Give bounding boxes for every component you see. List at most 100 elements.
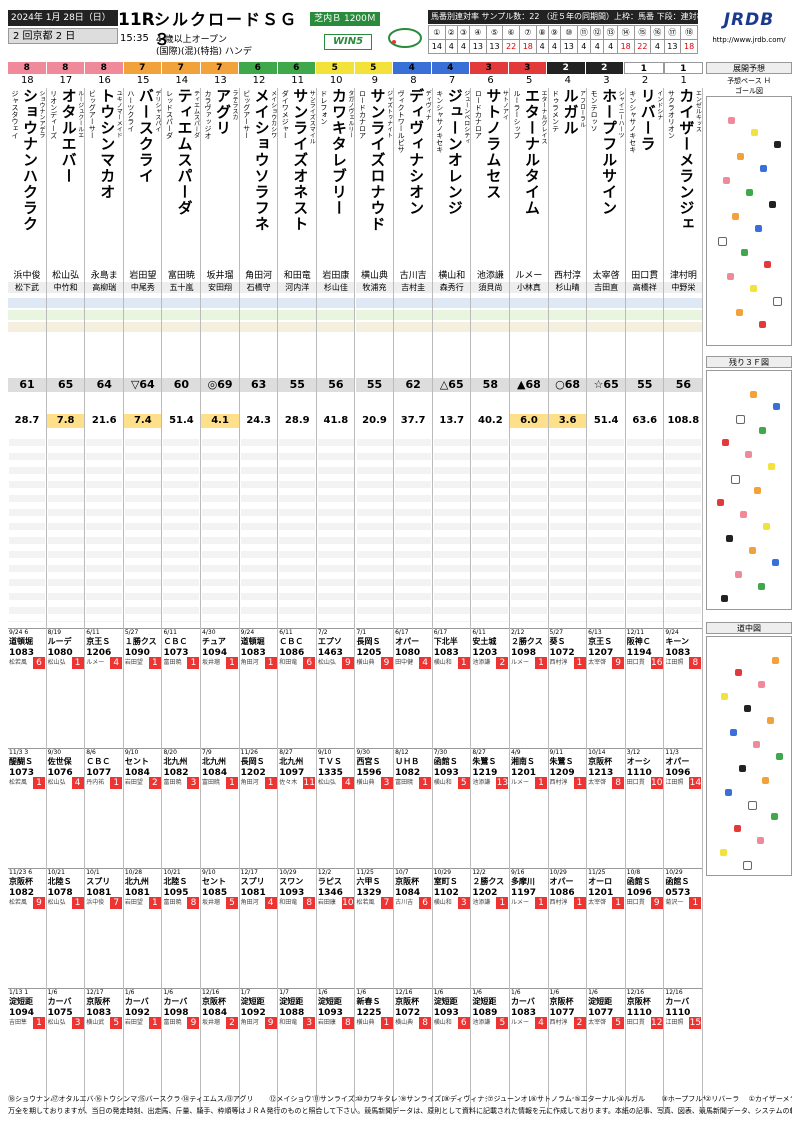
past-race[interactable]: 7/30 函館Ｓ 1093 横山和 5 — [432, 748, 471, 866]
past-race[interactable]: 10/29 函館Ｓ 0573 菊沢一 1 — [664, 868, 702, 986]
horse-column[interactable]: ビッグアーサー トウシンマカオ ユキノマーメイド 永島ま 高柳瑞 64 21.6 6/11 京王… — [85, 88, 124, 1114]
past-race[interactable]: 12/17 スプリ 1081 角田河 4 — [239, 868, 278, 986]
jockey-name[interactable]: 永島ま — [85, 268, 123, 281]
horse-name[interactable]: オタルエバー — [59, 88, 79, 263]
jockey-name[interactable]: 坂井瑠 — [201, 268, 239, 281]
past-race[interactable]: 9/10 ＴＶＳ 1335 松山弘 4 — [316, 748, 355, 866]
horse-name[interactable]: ショウナンハクラク — [20, 88, 40, 263]
past-race[interactable]: 10/21 北陸Ｓ 1078 松山弘 1 — [46, 868, 85, 986]
past-race[interactable]: 8/27 北九州 1097 佐々木 11 — [278, 748, 316, 866]
jockey-name[interactable]: 横山和 — [433, 268, 471, 281]
jockey-name[interactable]: 角田河 — [240, 268, 278, 281]
horse-column[interactable]: ロードカナロア サンライズロナウド ジャズトゥナイト 横山典 牧浦充 55 20.9 7/1 長… — [355, 88, 395, 1114]
past-race[interactable]: 8/6 ＣＢＣ 1077 丹内祐 1 — [85, 748, 123, 866]
horse-column[interactable]: ヴィクトワールピサ ディヴィナシオン ディヴィナ 古川吉 吉村圭 62 37.7 6/17 オパ… — [394, 88, 433, 1114]
jockey-name[interactable]: 田口貫 — [626, 268, 664, 281]
jockey-name[interactable]: 池添謙 — [471, 268, 509, 281]
past-race[interactable]: 10/1 スプリ 1081 浜中俊 7 — [85, 868, 123, 986]
horse-name[interactable]: メイショウソラフネ — [252, 88, 272, 263]
horse-column[interactable]: ドレフォン カワキタレブリー タガノヴェルリー 岩田康 杉山佳 56 41.8 7/2 エプソ 1… — [316, 88, 356, 1114]
past-race[interactable]: 1/6 淀短距 1077 太宰啓 5 — [587, 988, 625, 1106]
past-race[interactable]: 9/16 多摩川 1197 ルメー 1 — [509, 868, 548, 986]
jockey-name[interactable]: 松山弘 — [47, 268, 85, 281]
horse-name[interactable]: ディヴィナシオン — [406, 88, 426, 263]
horse-column[interactable]: ロードカナロア サトノラムセス サトノアイ 池添謙 須貝尚 58 40.2 6/11 安土城 12… — [471, 88, 510, 1114]
horse-name[interactable]: リバーラ — [638, 88, 658, 263]
past-race[interactable]: 1/6 カーバ 1075 松山弘 3 — [46, 988, 85, 1106]
past-race[interactable]: 3/12 オーシ 1110 田口貫 10 — [625, 748, 664, 866]
past-race[interactable]: 7/9 北九州 1084 富田暁 1 — [201, 748, 239, 866]
past-race[interactable]: 9/10 セント 1084 岩田望 2 — [123, 748, 162, 866]
past-race[interactable]: 9/11 朱鷺Ｓ 1209 西村淳 1 — [548, 748, 587, 866]
past-race[interactable]: 9/24 キーン 1083 江田照 8 — [664, 628, 702, 746]
past-race[interactable]: 9/24 6 道頓堀 1083 松若風 6 — [8, 628, 46, 746]
past-race[interactable]: 9/30 佐世保 1076 松山弘 4 — [46, 748, 85, 866]
past-race[interactable]: 12/2 ラピス 1346 岩田康 10 — [316, 868, 355, 986]
past-race[interactable]: 11/25 オーロ 1201 太宰啓 1 — [587, 868, 625, 986]
horse-name[interactable]: ルガル — [561, 88, 581, 263]
past-race[interactable]: 1/6 淀短距 1093 横山和 6 — [432, 988, 471, 1106]
past-race[interactable]: 6/11 ＣＢＣ 1086 和田竜 6 — [278, 628, 316, 746]
horse-name[interactable]: サンライズオネスト — [290, 88, 310, 263]
horse-column[interactable]: リオンディーズ オタルエバー ルージュクールエ 松山弘 中竹和 65 7.8 8/19 ルーデ 1… — [46, 88, 86, 1114]
horse-column[interactable]: ドゥラメンテ ルガルア フローラル 西村淳 杉山晴 ○68 3.6 5/27 葵Ｓ 1072 西村… — [548, 88, 588, 1114]
horse-name[interactable]: ホープフルサイン — [599, 88, 619, 263]
jockey-name[interactable]: 和田竜 — [278, 268, 316, 281]
past-race[interactable]: 1/6 カーバ 1092 岩田望 1 — [123, 988, 162, 1106]
horse-name[interactable]: サンライズロナウド — [368, 88, 388, 263]
past-race[interactable]: 12/2 ２勝クス 1202 池添謙 1 — [471, 868, 509, 986]
horse-column[interactable]: ダイワメジャー サンライズオネスト サンライズスマイル 和田竜 河内洋 55 28.9 6/1… — [278, 88, 317, 1114]
jockey-name[interactable]: ルメー — [510, 268, 548, 281]
jockey-name[interactable]: 古川吉 — [394, 268, 432, 281]
past-race[interactable]: 12/16 京阪杯 1110 田口貫 12 — [625, 988, 664, 1106]
past-race[interactable]: 11/23 6 京阪杯 1082 松若風 9 — [8, 868, 46, 986]
past-race[interactable]: 9/10 セント 1085 坂井瑠 5 — [201, 868, 239, 986]
site-url[interactable]: http://www.jrdb.com/ — [706, 36, 792, 44]
past-race[interactable]: 10/29 オパー 1086 西村淳 1 — [548, 868, 587, 986]
horse-name[interactable]: バースクライ — [136, 88, 156, 263]
past-race[interactable]: 11/3 3 醍醐Ｓ 1073 松若風 1 — [8, 748, 46, 866]
past-race[interactable]: 12/16 京阪杯 1072 横山典 8 — [394, 988, 432, 1106]
past-race[interactable]: 1/6 カーバ 1083 ルメー 4 — [509, 988, 548, 1106]
past-race[interactable]: 6/17 下北半 1083 横山和 1 — [432, 628, 471, 746]
jockey-name[interactable]: 富田暁 — [162, 268, 200, 281]
horse-name[interactable]: ティエムスパーダ — [174, 88, 194, 263]
horse-name[interactable]: カイザーメランジェ — [676, 88, 696, 263]
horse-column[interactable]: サクラオリオン カイザーメランジェ エンゼルキッス 津村明 中野栄 56 108.8 9/24… — [664, 88, 703, 1114]
past-race[interactable]: 5/27 １勝クス 1090 岩田望 1 — [123, 628, 162, 746]
jockey-name[interactable]: 横山典 — [356, 268, 394, 281]
past-race[interactable]: 10/7 京阪杯 1084 古川吉 6 — [394, 868, 432, 986]
past-race[interactable]: 4/30 チュア 1094 坂井瑠 1 — [201, 628, 239, 746]
past-race[interactable]: 7/1 長岡Ｓ 1205 横山典 9 — [355, 628, 394, 746]
past-race[interactable]: 9/24 道頓堀 1083 角田河 1 — [239, 628, 278, 746]
horse-name[interactable]: ジューンオレンジ — [445, 88, 465, 263]
jockey-name[interactable]: 岩田望 — [124, 268, 162, 281]
past-race[interactable]: 1/6 カーバ 1098 富田暁 9 — [162, 988, 201, 1106]
past-race[interactable]: 6/11 ＣＢＣ 1073 富田暁 1 — [162, 628, 201, 746]
past-race[interactable]: 8/20 北九州 1082 富田暁 3 — [162, 748, 201, 866]
past-race[interactable]: 10/8 函館Ｓ 1096 田口貫 9 — [625, 868, 664, 986]
past-race[interactable]: 11/26 長岡Ｓ 1202 角田河 1 — [239, 748, 278, 866]
jockey-name[interactable]: 津村明 — [664, 268, 702, 281]
horse-column[interactable]: モンテロッソ ホープフルサイン シャイニーハーツ 太宰啓 吉田直 ☆65 51.4 6/13 京… — [587, 88, 626, 1114]
horse-column[interactable]: キンシャサノキセキ ジューンオレンジ ジューンベロシティ 横山和 森秀行 △65 13.7 6… — [432, 88, 472, 1114]
jockey-name[interactable]: 西村淳 — [549, 268, 587, 281]
past-race[interactable]: 9/30 西宮Ｓ 1596 横山典 3 — [355, 748, 394, 866]
past-race[interactable]: 6/13 京王Ｓ 1207 太宰啓 9 — [587, 628, 625, 746]
past-race[interactable]: 12/11 阪神Ｃ 1194 田口貫 16 — [625, 628, 664, 746]
jockey-name[interactable]: 浜中俊 — [8, 268, 46, 281]
past-race[interactable]: 1/13 1 淀短距 1094 吉田隼 1 — [8, 988, 46, 1106]
past-race[interactable]: 6/11 安土城 1203 池添謙 2 — [471, 628, 509, 746]
horse-column[interactable]: キンシャサノキセキ リバーラ インドシナ 田口貫 高橋祥 55 63.6 12/11 阪神Ｃ 11… — [625, 88, 665, 1114]
past-race[interactable]: 1/6 京阪杯 1077 西村淳 2 — [548, 988, 587, 1106]
past-race[interactable]: 12/16 京阪杯 1084 坂井瑠 2 — [201, 988, 239, 1106]
past-race[interactable]: 11/3 オパー 1096 江田照 14 — [664, 748, 702, 866]
past-race[interactable]: 1/7 淀短距 1092 角田河 9 — [239, 988, 278, 1106]
past-race[interactable]: 10/14 京阪杯 1213 太宰啓 8 — [587, 748, 625, 866]
past-race[interactable]: 11/25 六甲Ｓ 1329 松若風 7 — [355, 868, 394, 986]
horse-column[interactable]: ビッグアーサー メイショウソラフネ メイショウカシワ 角田河 石橋守 63 24.3 9/24… — [239, 88, 279, 1114]
past-race[interactable]: 5/27 葵Ｓ 1072 西村淳 1 — [548, 628, 587, 746]
horse-column[interactable]: レッドスパーダ ティエムスパーダ ティエムスパーダ 富田暁 五十嵐 60 51.4 6/11 Ｃ… — [162, 88, 202, 1114]
past-race[interactable]: 8/12 ＵＨＢ 1082 富田暁 1 — [394, 748, 432, 866]
past-race[interactable]: 2/12 ２勝クス 1098 ルメー 1 — [509, 628, 548, 746]
